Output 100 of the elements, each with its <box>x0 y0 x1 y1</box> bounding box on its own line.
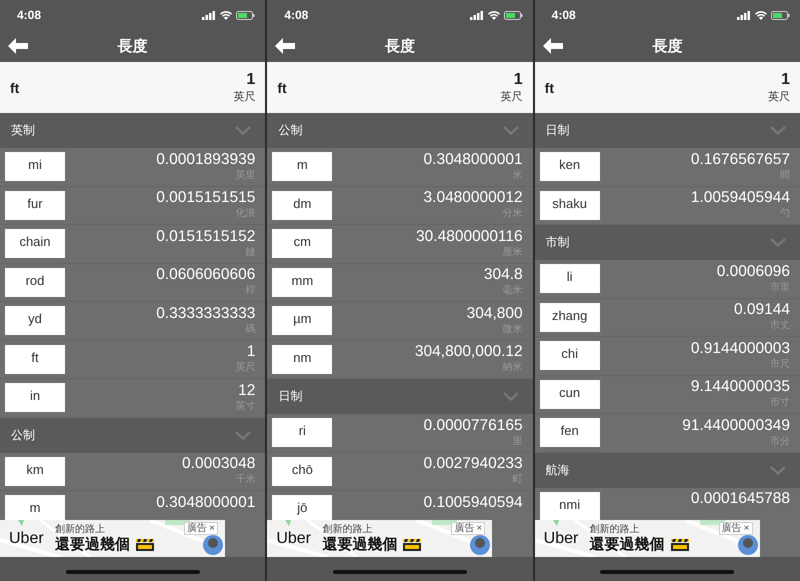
section-title: 公制 <box>11 426 35 444</box>
map-pin-icon <box>470 533 490 555</box>
converted-value: 0.09144 <box>734 300 790 320</box>
unit-label[interactable]: mm <box>272 268 332 297</box>
unit-label[interactable]: ri <box>272 418 332 448</box>
selected-unit-row[interactable]: ft 1 英尺 <box>0 62 266 113</box>
unit-label[interactable]: ft <box>5 344 65 374</box>
screen-title: 長度 <box>384 36 415 56</box>
unit-label[interactable]: li <box>540 264 600 294</box>
clapperboard-icon <box>403 538 422 550</box>
back-arrow-icon[interactable] <box>8 38 28 54</box>
converted-value: 0.0001893939 <box>156 150 256 169</box>
converted-value: 1.0059405944 <box>690 188 790 208</box>
converted-value: 0.0000776165 <box>424 416 523 435</box>
unit-label[interactable]: jō <box>272 495 332 520</box>
unit-label[interactable]: km <box>5 456 65 486</box>
unit-label[interactable]: fen <box>540 418 600 448</box>
chevron-down-icon[interactable] <box>235 430 252 440</box>
wifi-icon <box>488 10 500 20</box>
back-arrow-icon[interactable] <box>542 38 563 54</box>
converted-value: 0.0015151515 <box>156 188 256 208</box>
clapperboard-icon <box>670 538 689 550</box>
ad-tagline: 創新的路上 <box>590 524 641 536</box>
screen-title: 長度 <box>652 36 682 56</box>
converted-value: 1 <box>246 342 256 362</box>
unit-label[interactable]: fur <box>5 190 65 220</box>
converted-value: 0.0006096 <box>716 262 790 281</box>
chevron-down-icon[interactable] <box>502 392 519 401</box>
section-title: 航海 <box>546 462 570 478</box>
converted-value: 0.3048000001 <box>424 150 523 169</box>
ad-label: 廣告 <box>454 523 474 534</box>
converted-value: 0.0003048 <box>182 454 256 474</box>
converted-value: 0.0606060606 <box>156 265 256 284</box>
converted-value: 0.9144000003 <box>690 338 790 358</box>
converted-value: 91.4400000349 <box>682 416 790 435</box>
status-time: 4:08 <box>284 8 308 22</box>
converted-value: 304.8 <box>484 265 523 284</box>
ad-tagline: 創新的路上 <box>322 524 374 536</box>
ad-close-button[interactable]: × <box>744 523 750 534</box>
chevron-down-icon[interactable] <box>235 126 252 135</box>
unit-label[interactable]: nmi <box>540 492 600 520</box>
chevron-down-icon[interactable] <box>770 466 786 474</box>
section-title: 日制 <box>546 122 570 139</box>
section-title: 公制 <box>278 122 302 139</box>
section-title: 日制 <box>278 388 302 405</box>
ad-label: 廣告 <box>187 523 207 534</box>
map-pin-icon <box>203 533 223 555</box>
ad-close-button[interactable]: × <box>209 523 215 534</box>
selected-unit-row[interactable]: ft 1 英尺 <box>534 62 800 113</box>
ad-headline: 還要過幾個 <box>590 536 665 554</box>
unit-label[interactable]: yd <box>5 306 65 336</box>
wifi-icon <box>754 10 767 20</box>
chevron-down-icon[interactable] <box>502 126 519 135</box>
battery-icon <box>236 10 256 20</box>
converted-value: 0.0151515152 <box>156 226 256 246</box>
unit-label[interactable]: cm <box>272 229 332 258</box>
home-indicator[interactable] <box>66 570 200 574</box>
unit-label[interactable]: cun <box>540 380 600 409</box>
unit-label[interactable]: m <box>5 495 65 520</box>
unit-label[interactable]: rod <box>5 268 65 297</box>
unit-label[interactable]: zhang <box>540 302 600 332</box>
converted-value: 0.0001645788 <box>690 489 790 508</box>
unit-label[interactable]: µm <box>272 306 332 336</box>
converted-value: 3.0480000012 <box>424 188 523 208</box>
battery-icon <box>504 10 523 20</box>
converted-value: 30.4800000116 <box>416 226 523 246</box>
unit-label[interactable]: m <box>272 152 332 182</box>
chevron-down-icon[interactable] <box>770 238 786 247</box>
chevron-down-icon[interactable] <box>770 126 786 135</box>
converted-value: 0.1005940594 <box>424 492 523 512</box>
converted-value: 0.3048000001 <box>156 492 256 512</box>
signal-icon <box>736 10 751 20</box>
signal-icon <box>202 10 216 20</box>
home-indicator[interactable] <box>600 570 734 574</box>
unit-label[interactable]: in <box>5 383 65 412</box>
back-arrow-icon[interactable] <box>275 38 296 54</box>
ad-label: 廣告 <box>722 523 742 534</box>
unit-label[interactable]: ken <box>540 152 600 182</box>
ad-logo: Uber <box>9 530 45 548</box>
unit-label[interactable]: chō <box>272 456 332 486</box>
unit-label[interactable]: dm <box>272 190 332 220</box>
unit-label[interactable]: nm <box>272 344 332 374</box>
unit-label[interactable]: mi <box>5 152 65 182</box>
home-indicator[interactable] <box>332 570 467 574</box>
converted-value: 304,800 <box>466 304 523 323</box>
ad-logo: Uber <box>276 530 312 548</box>
ad-headline: 還要過幾個 <box>55 536 130 554</box>
unit-label[interactable]: shaku <box>540 190 600 220</box>
ad-close-button[interactable]: × <box>476 523 482 534</box>
status-time: 4:08 <box>17 8 42 22</box>
converted-value: 304,800,000.12 <box>414 342 523 362</box>
status-time: 4:08 <box>552 8 576 22</box>
ad-tagline: 創新的路上 <box>55 524 106 536</box>
unit-label[interactable]: chain <box>5 229 65 258</box>
unit-label[interactable]: chi <box>540 341 600 370</box>
converted-value: 12 <box>238 380 256 400</box>
ad-headline: 還要過幾個 <box>322 536 398 554</box>
screen-title: 長度 <box>118 36 148 56</box>
selected-unit-row[interactable]: ft 1 英尺 <box>267 62 533 113</box>
section-title: 市制 <box>546 234 570 251</box>
